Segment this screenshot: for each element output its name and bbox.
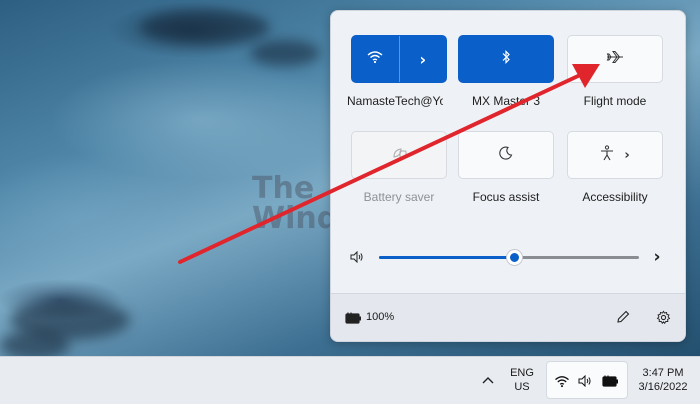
bluetooth-icon [501,49,511,69]
clock-date: 3/16/2022 [638,381,688,393]
focus-assist-tile[interactable] [458,131,554,179]
flight-mode-tile[interactable] [567,35,663,83]
moon-icon [499,146,513,165]
wifi-icon [553,373,571,389]
wifi-tile[interactable]: › [351,35,447,83]
battery-saver-tile-label: Battery saver [363,190,435,204]
wallpaper-rock [250,40,320,66]
language-indicator[interactable]: ENG US [504,366,540,394]
chevron-right-icon: › [419,49,427,69]
wifi-expand-button[interactable]: › [399,36,446,82]
quick-settings-footer: 100% [331,293,685,341]
chevron-right-icon: › [624,147,630,163]
volume-slider[interactable] [379,250,639,265]
bluetooth-tile[interactable] [458,35,554,83]
volume-slider-fill [379,256,515,259]
system-tray-group[interactable] [546,361,628,399]
airplane-icon [606,50,624,69]
wifi-icon [367,50,383,69]
quick-settings-panel: › NamasteTech@Yo MX Master 3 Flight mode… [330,10,686,342]
accessibility-tile-label: Accessibility [582,190,648,204]
battery-charging-icon[interactable] [345,310,363,326]
clock-time: 3:47 PM [642,367,684,379]
chevron-up-icon[interactable] [478,369,498,391]
pencil-icon[interactable] [615,309,631,325]
wifi-toggle[interactable] [352,36,399,82]
volume-row: › [349,247,669,267]
language-region: US [514,381,530,393]
gear-icon[interactable] [655,309,671,325]
wifi-tile-label: NamasteTech@Yo [347,94,443,108]
bluetooth-tile-label: MX Master 3 [471,94,540,108]
flight-mode-tile-label: Flight mode [583,94,647,108]
volume-slider-thumb[interactable] [507,250,523,265]
language-code: ENG [510,367,534,379]
chevron-right-icon[interactable]: › [649,247,665,267]
clock[interactable]: 3:47 PM 3/16/2022 [630,366,696,394]
accessibility-icon [600,144,614,166]
focus-assist-tile-label: Focus assist [472,190,540,204]
battery-saver-icon [391,146,407,164]
speaker-icon[interactable] [349,249,365,265]
accessibility-tile[interactable]: › [567,131,663,179]
battery-percentage[interactable]: 100% [366,311,394,323]
wallpaper-rock [140,10,270,44]
speaker-icon [577,373,593,389]
battery-saver-tile[interactable] [351,131,447,179]
battery-charging-icon [601,373,621,389]
taskbar: ENG US 3:47 PM 3/16/2022 [0,356,700,404]
